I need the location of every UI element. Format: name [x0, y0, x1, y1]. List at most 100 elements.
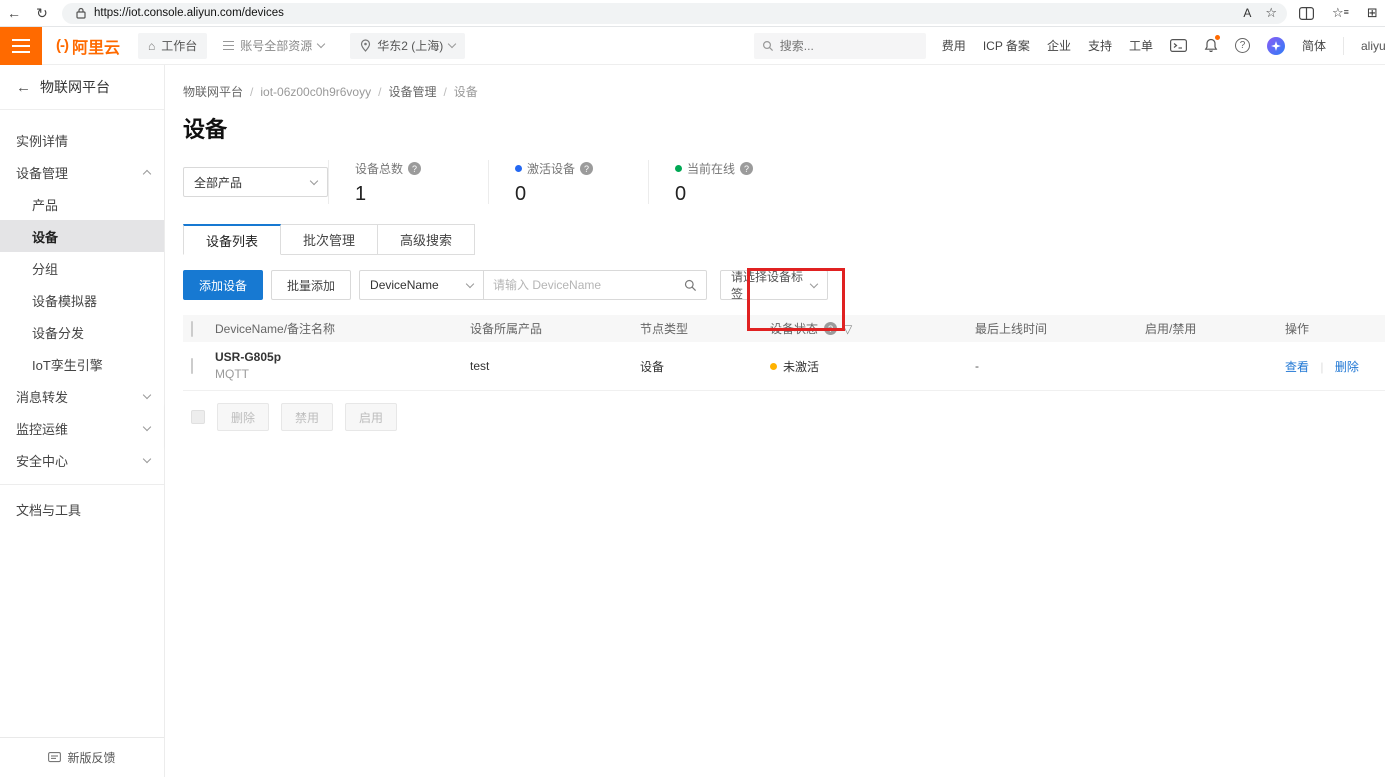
chevron-down-icon [310, 176, 318, 184]
feedback-icon [48, 752, 61, 764]
delete-link[interactable]: 删除 [1335, 360, 1359, 374]
notifications-bell-icon[interactable] [1204, 38, 1218, 53]
bulk-enable-button[interactable]: 启用 [345, 403, 397, 431]
device-tag-select[interactable]: 请选择设备标签 [720, 270, 828, 300]
sidebar-item-monitoring-ops[interactable]: 监控运维 [0, 412, 164, 444]
help-icon[interactable]: ? [740, 162, 753, 175]
address-bar[interactable]: https://iot.console.aliyun.com/devices A… [62, 3, 1287, 24]
status-dot-icon [770, 363, 777, 370]
stat-online-devices: 当前在线? 0 [648, 160, 808, 204]
bulk-action-bar: 删除 禁用 启用 [183, 403, 1385, 431]
search-type-select[interactable]: DeviceName [359, 270, 484, 300]
read-aloud-icon[interactable]: A [1243, 6, 1251, 20]
help-icon[interactable]: ? [824, 322, 837, 335]
product-filter-select[interactable]: 全部产品 [183, 167, 328, 197]
column-header-status: 设备状态 ? ▽ [770, 320, 975, 337]
device-status: 未激活 [770, 358, 975, 375]
split-screen-icon[interactable] [1299, 7, 1314, 20]
notification-dot [1215, 35, 1220, 40]
row-actions: 查看 | 删除 [1285, 358, 1385, 375]
chevron-down-icon [466, 279, 474, 287]
device-product: test [470, 359, 640, 373]
add-device-button[interactable]: 添加设备 [183, 270, 263, 300]
nav-link-tickets[interactable]: 工单 [1129, 37, 1153, 54]
help-icon[interactable]: ? [580, 162, 593, 175]
chevron-down-icon [143, 390, 151, 398]
column-header: 操作 [1285, 320, 1385, 337]
bulk-disable-button[interactable]: 禁用 [281, 403, 333, 431]
sidebar-header: ← 物联网平台 [0, 65, 164, 110]
workbench-button[interactable]: ⌂ 工作台 [138, 33, 207, 59]
tab-advanced-search[interactable]: 高级搜索 [378, 224, 475, 255]
favorite-star-icon[interactable]: ☆ [1265, 5, 1277, 21]
device-last-online: - [975, 359, 1145, 373]
account-username[interactable]: aliyun [1361, 39, 1385, 53]
column-header: 启用/禁用 [1145, 320, 1285, 337]
nav-link-support[interactable]: 支持 [1088, 37, 1112, 54]
breadcrumb-item[interactable]: 物联网平台 [183, 83, 243, 100]
chevron-down-icon [317, 40, 325, 48]
device-search-input[interactable] [493, 278, 684, 292]
breadcrumb-item-current: 设备 [454, 83, 478, 100]
sidebar-item-devices[interactable]: 设备 [0, 220, 164, 252]
breadcrumb-item[interactable]: 设备管理 [388, 83, 436, 100]
bulk-delete-button[interactable]: 删除 [217, 403, 269, 431]
sidebar-item-groups[interactable]: 分组 [0, 252, 164, 284]
feedback-button[interactable]: 新版反馈 [0, 737, 164, 777]
browser-back-icon[interactable]: ← [0, 5, 28, 21]
select-all-checkbox[interactable] [191, 321, 193, 337]
aliyun-logo[interactable]: (-) 阿里云 [56, 34, 120, 58]
sidebar-item-iot-twin-engine[interactable]: IoT孪生引擎 [0, 348, 164, 380]
green-dot-icon [675, 165, 682, 172]
sidebar-item-message-forwarding[interactable]: 消息转发 [0, 380, 164, 412]
console-search-input[interactable] [780, 39, 910, 53]
intl-globe-icon[interactable] [1267, 37, 1285, 55]
device-name-link[interactable]: USR-G805p [215, 350, 470, 365]
device-protocol: MQTT [215, 367, 470, 382]
sidebar-item-device-simulator[interactable]: 设备模拟器 [0, 284, 164, 316]
console-search[interactable] [754, 33, 926, 59]
account-scope-dropdown[interactable]: 账号全部资源 [223, 37, 324, 54]
bulk-select-checkbox[interactable] [191, 410, 205, 424]
sidebar-item-device-management[interactable]: 设备管理 [0, 156, 164, 188]
chevron-down-icon [143, 422, 151, 430]
sidebar-item-products[interactable]: 产品 [0, 188, 164, 220]
locale-switch[interactable]: 简体 [1302, 37, 1326, 54]
help-icon[interactable]: ? [408, 162, 421, 175]
help-icon[interactable]: ? [1235, 38, 1250, 53]
collections-icon[interactable]: ⊞ [1367, 5, 1378, 21]
table-row: USR-G805p MQTT test 设备 未激活 - 查看 | 删除 [183, 342, 1385, 391]
blue-dot-icon [515, 165, 522, 172]
nav-link-icp[interactable]: ICP 备案 [983, 37, 1030, 54]
home-icon: ⌂ [148, 39, 155, 53]
resource-list-icon [223, 41, 234, 50]
filter-funnel-icon[interactable]: ▽ [843, 322, 852, 336]
sidebar-item-device-distribution[interactable]: 设备分发 [0, 316, 164, 348]
nav-link-billing[interactable]: 费用 [942, 37, 966, 54]
chevron-down-icon [143, 454, 151, 462]
favorites-bar-icon[interactable]: ☆≡ [1332, 5, 1349, 21]
cloudshell-icon[interactable] [1170, 39, 1187, 52]
sidebar-item-docs-tools[interactable]: 文档与工具 [0, 493, 164, 525]
region-selector[interactable]: 华东2 (上海) [350, 33, 465, 59]
device-table: DeviceName/备注名称 设备所属产品 节点类型 设备状态 ? ▽ 最后上… [183, 315, 1385, 391]
tab-batch-management[interactable]: 批次管理 [281, 224, 378, 255]
sidebar-item-security-center[interactable]: 安全中心 [0, 444, 164, 476]
back-arrow-icon[interactable]: ← [16, 79, 31, 96]
batch-add-button[interactable]: 批量添加 [271, 270, 351, 300]
column-header: 最后上线时间 [975, 320, 1145, 337]
hamburger-menu-icon[interactable] [0, 27, 42, 65]
search-icon [762, 40, 774, 52]
sidebar-item-instance-details[interactable]: 实例详情 [0, 124, 164, 156]
search-icon[interactable] [684, 279, 697, 292]
view-link[interactable]: 查看 [1285, 360, 1309, 374]
chevron-down-icon [448, 40, 456, 48]
tab-device-list[interactable]: 设备列表 [183, 224, 281, 255]
row-checkbox[interactable] [191, 358, 193, 374]
browser-refresh-icon[interactable]: ↻ [28, 5, 56, 22]
chevron-up-icon [143, 169, 151, 177]
device-node-type: 设备 [640, 358, 770, 375]
nav-link-enterprise[interactable]: 企业 [1047, 37, 1071, 54]
top-nav: (-) 阿里云 ⌂ 工作台 账号全部资源 华东2 (上海) 费用 ICP 备案 … [0, 27, 1385, 65]
breadcrumb-item[interactable]: iot-06z00c0h9r6voyy [260, 85, 371, 99]
